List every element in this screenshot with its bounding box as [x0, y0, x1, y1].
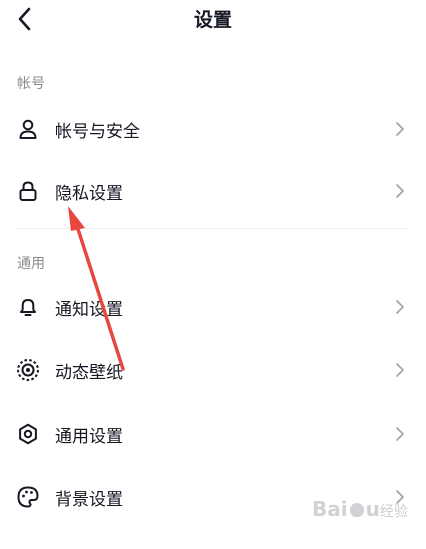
lock-icon	[16, 179, 40, 203]
chevron-right-icon	[393, 182, 407, 200]
baidu-watermark-logo: Bai u经验	[312, 497, 408, 521]
settings-item-account-security[interactable]: 帐号与安全	[0, 99, 426, 159]
settings-screen: 设置 帐号 帐号与安全 隐私设置 通用 通知设置 动态壁纸 通用设置 背景设置 …	[0, 0, 426, 549]
chevron-right-icon	[393, 425, 407, 443]
settings-item-notifications[interactable]: 通知设置	[0, 277, 426, 337]
section-label-account: 帐号	[17, 76, 45, 92]
settings-item-label: 动态壁纸	[55, 362, 123, 383]
chevron-right-icon	[393, 361, 407, 379]
settings-item-live-wallpaper[interactable]: 动态壁纸	[0, 340, 426, 400]
settings-item-label: 隐私设置	[55, 183, 123, 204]
page-title: 设置	[193, 9, 232, 31]
section-divider	[17, 228, 409, 229]
gear-icon	[16, 422, 40, 446]
person-icon	[16, 117, 40, 141]
palette-icon	[16, 485, 40, 509]
settings-item-privacy[interactable]: 隐私设置	[0, 161, 426, 221]
chevron-right-icon	[393, 298, 407, 316]
header: 设置	[0, 0, 426, 40]
chevron-right-icon	[393, 120, 407, 138]
settings-item-general[interactable]: 通用设置	[0, 404, 426, 464]
bell-icon	[16, 295, 40, 319]
settings-item-label: 通知设置	[55, 299, 123, 320]
settings-item-label: 背景设置	[55, 489, 123, 510]
section-label-general: 通用	[17, 256, 45, 272]
wallpaper-icon	[16, 358, 40, 382]
settings-item-label: 帐号与安全	[55, 121, 140, 142]
settings-item-label: 通用设置	[55, 426, 123, 447]
